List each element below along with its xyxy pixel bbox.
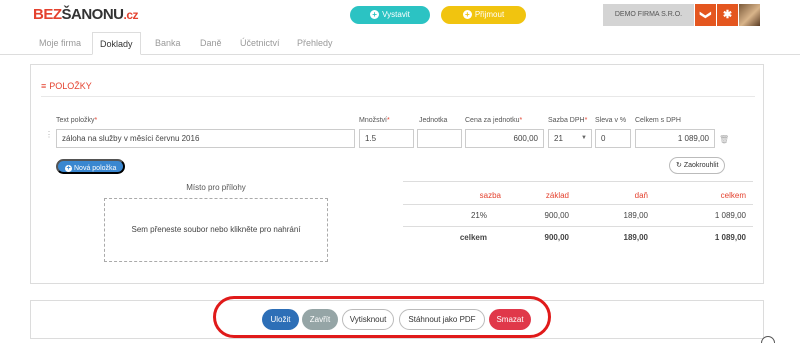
avatar[interactable] bbox=[739, 4, 760, 26]
refresh-icon: ↻ bbox=[676, 162, 682, 169]
issue-document-button[interactable]: + Vystavit doklad bbox=[350, 6, 430, 37]
main-nav: Moje firma Doklady Banka Daně Účetnictví… bbox=[0, 30, 800, 55]
summary-header-base: základ bbox=[545, 191, 569, 200]
column-label-unit: Jednotka bbox=[419, 117, 448, 124]
divider bbox=[403, 226, 753, 227]
close-button[interactable]: Zavřít bbox=[302, 309, 338, 330]
summary-header-tax: daň bbox=[634, 191, 648, 200]
column-label-vat: Sazba DPH* bbox=[548, 117, 588, 124]
tab-doklady[interactable]: Doklady bbox=[92, 32, 141, 55]
summary-total-tax: 189,00 bbox=[623, 233, 648, 242]
summary-total-total: 1 089,00 bbox=[714, 233, 746, 242]
help-icon[interactable] bbox=[761, 336, 775, 343]
download-pdf-button[interactable]: Stáhnout jako PDF bbox=[399, 309, 485, 330]
item-unit-input[interactable] bbox=[417, 129, 462, 148]
item-qty-input[interactable]: 1.5 bbox=[359, 129, 414, 148]
company-name[interactable]: DEMO FIRMA S.R.O. bbox=[603, 4, 694, 26]
column-label-discount: Sleva v % bbox=[595, 117, 627, 124]
summary-total-label: celkem bbox=[459, 233, 487, 242]
item-text-input[interactable]: záloha na služby v měsíci červnu 2016 bbox=[56, 129, 355, 148]
attachments-label: Místo pro přílohy bbox=[186, 183, 246, 192]
tab-banka[interactable]: Banka bbox=[148, 32, 188, 55]
divider bbox=[403, 181, 753, 182]
tab-moje-firma[interactable]: Moje firma bbox=[32, 32, 88, 55]
trash-icon[interactable]: 🗑 bbox=[719, 135, 729, 144]
divider bbox=[403, 204, 753, 205]
gear-icon[interactable]: ✱ bbox=[717, 4, 738, 26]
actions-panel bbox=[30, 300, 764, 339]
summary-row-rate: 21% bbox=[470, 211, 487, 220]
item-discount-input[interactable]: 0 bbox=[595, 129, 631, 148]
plus-icon: + bbox=[370, 10, 380, 19]
summary-row-tax: 189,00 bbox=[623, 211, 648, 220]
logo[interactable]: BEZŠANONU.cz bbox=[33, 6, 139, 23]
summary-total-base: 900,00 bbox=[544, 233, 569, 242]
print-button[interactable]: Vytisknout bbox=[342, 309, 394, 330]
summary-header-rate: sazba bbox=[479, 191, 501, 200]
column-label-qty: Množství* bbox=[359, 117, 390, 124]
items-title: ≡ POLOŽKY bbox=[41, 81, 92, 91]
round-button[interactable]: ↻ Zaokrouhlit bbox=[669, 157, 726, 174]
save-button[interactable]: Uložit bbox=[262, 309, 299, 330]
plus-icon: + bbox=[65, 165, 72, 172]
item-total-input[interactable]: 1 089,00 bbox=[635, 129, 715, 148]
chevron-down-icon[interactable]: ❯ bbox=[695, 4, 716, 26]
delete-button[interactable]: Smazat bbox=[489, 309, 531, 330]
summary-header-total: celkem bbox=[720, 191, 746, 200]
column-label-text: Text položky* bbox=[56, 117, 98, 124]
add-item-button[interactable]: + Nová položka bbox=[56, 159, 126, 174]
file-dropzone[interactable]: Sem přeneste soubor nebo klikněte pro na… bbox=[104, 198, 328, 262]
items-panel: ≡ POLOŽKY Text položky* Množství* Jednotk… bbox=[30, 64, 764, 284]
tab-dane[interactable]: Daně bbox=[193, 32, 229, 55]
drag-handle-icon[interactable]: ⋮ bbox=[45, 131, 53, 144]
tab-prehledy[interactable]: Přehledy bbox=[290, 32, 340, 55]
summary-row-total: 1 089,00 bbox=[714, 211, 746, 220]
summary-row-base: 900,00 bbox=[544, 211, 569, 220]
caret-down-icon: ▼ bbox=[581, 135, 587, 141]
column-label-total: Celkem s DPH bbox=[635, 117, 681, 124]
top-bar: BEZŠANONU.cz + Vystavit doklad + Přijmout … bbox=[0, 0, 800, 37]
tab-ucetnictvi[interactable]: Účetnictví bbox=[233, 32, 287, 55]
list-icon: ≡ bbox=[41, 81, 47, 91]
column-label-price: Cena za jednotku* bbox=[465, 117, 523, 124]
plus-icon: + bbox=[462, 10, 472, 19]
receive-document-button[interactable]: + Přijmout doklad bbox=[441, 6, 526, 37]
item-price-input[interactable]: 600,00 bbox=[465, 129, 544, 148]
item-vat-select[interactable]: 21 ▼ bbox=[548, 129, 592, 148]
divider bbox=[41, 96, 755, 97]
